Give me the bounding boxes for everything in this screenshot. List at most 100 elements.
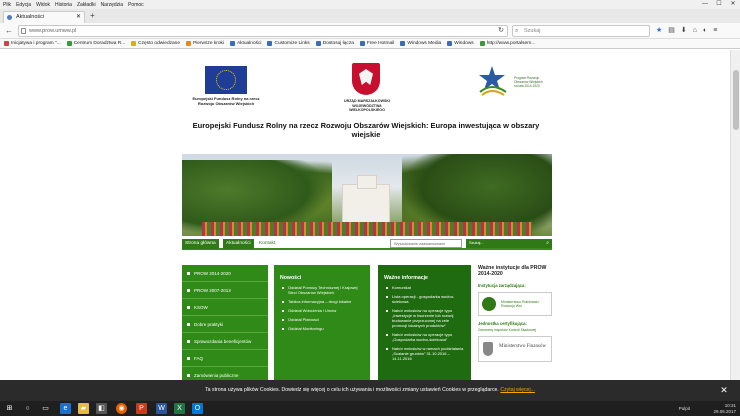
prow-logo (479, 66, 507, 96)
site-search-icon[interactable]: ⌕ (546, 239, 549, 248)
reading-list-icon[interactable]: ▤ (668, 26, 675, 36)
bookmark-favicon-icon (359, 41, 365, 46)
menu-item-2[interactable]: Widok (36, 2, 50, 8)
download-icon[interactable]: ⬇ (681, 26, 687, 36)
bookmark-item[interactable]: Windows (447, 41, 474, 46)
bookmark-favicon-icon (447, 41, 453, 46)
leftnav-item[interactable]: PROW 2007-2013 (182, 282, 268, 299)
bookmark-item[interactable]: Windows Media (400, 41, 441, 46)
col2-link[interactable]: Nabór wniosków na operacje typu „Gospoda… (384, 332, 465, 342)
leftnav-item[interactable]: Zamówienia publiczne (182, 367, 268, 380)
edge-icon[interactable]: e (60, 403, 71, 414)
store-icon[interactable]: ◧ (96, 403, 107, 414)
bookmark-favicon-icon (131, 41, 137, 46)
windows-start-icon[interactable]: ⊞ (4, 403, 15, 414)
back-icon[interactable]: ← (5, 26, 13, 36)
site-search-input[interactable]: Szukaj... ⌕ (466, 239, 552, 248)
tab-aktualnosci[interactable]: Aktualności ✕ (3, 11, 85, 23)
favicon-icon (7, 15, 12, 20)
bookmark-item[interactable]: Free Hotmail (359, 41, 394, 46)
system-clock[interactable]: 10:31 29.06.2017 (713, 403, 736, 414)
cookie-close-icon[interactable]: ✕ (714, 380, 734, 401)
menu-item-4[interactable]: Zakładki (77, 2, 96, 8)
powerpoint-icon[interactable]: P (136, 403, 147, 414)
col1-link[interactable]: Oddział Płatności (280, 317, 364, 322)
institutions-panel: Ważne instytucje dla PROW 2014-2020 Inst… (478, 265, 552, 380)
bookmark-label: Customize Links (274, 41, 310, 46)
menu-item-1[interactable]: Edycja (16, 2, 31, 8)
tab-strip: Aktualności ✕ + (0, 9, 740, 23)
clock-date: 29.06.2017 (713, 408, 736, 414)
advanced-search-input[interactable]: Wyszukiwanie zaawansowane (390, 239, 462, 248)
bookmark-label: Pierwsze kroki (193, 41, 224, 46)
col2-link[interactable]: Komunikat (384, 285, 465, 290)
navigation-bar: ← www.prow.umww.pl ↻ ⌕ Szukaj ★ ▤ ⬇ ⌂ ◐ … (0, 23, 740, 39)
tab-close-icon[interactable]: ✕ (76, 12, 81, 23)
menu-item-6[interactable]: Pomoc (128, 2, 144, 8)
nav-home-button[interactable]: Strona główna (182, 239, 219, 249)
leftnav-item[interactable]: Sprawozdania beneficjentów (182, 333, 268, 350)
bookmark-item[interactable]: Często odwiedzane (131, 41, 180, 46)
home-icon[interactable]: ⌂ (693, 26, 697, 36)
search-input[interactable]: ⌕ Szukaj (512, 25, 650, 37)
leftnav-item[interactable]: KSOW (182, 299, 268, 316)
bookmark-favicon-icon (66, 41, 72, 46)
col2-link[interactable]: Nabór wniosków w ramach poddziałania „Sc… (384, 346, 465, 361)
bookmark-label: Centrum Doradztwa R... (73, 41, 126, 46)
hero-image-manor (182, 154, 552, 236)
cookie-read-more-link[interactable]: Czytaj więcej... (500, 387, 535, 393)
nav-news-button[interactable]: Aktualności (223, 239, 254, 249)
url-text: www.prow.umww.pl (29, 28, 77, 34)
ministry-agriculture-link[interactable]: Ministerstwo Rolnictwa i Rozwoju Wsi (478, 292, 552, 316)
minimize-icon[interactable]: — (698, 0, 712, 9)
close-icon[interactable]: ✕ (726, 0, 740, 9)
bookmark-item[interactable]: Pierwsze kroki (186, 41, 224, 46)
outlook-icon[interactable]: O (192, 403, 203, 414)
col1-link[interactable]: Oddział Pomocy Technicznej i Krajowej Si… (280, 285, 364, 295)
leftnav-item[interactable]: FAQ (182, 350, 268, 367)
menu-item-0[interactable]: Plik (3, 2, 11, 8)
leftnav-item[interactable]: Dobre praktyki (182, 316, 268, 333)
cookie-banner: Ta strona używa plików Cookies. Dowiedz … (0, 380, 740, 401)
menu-item-5[interactable]: Narzędzia (101, 2, 124, 8)
ministry-finance-crest-icon (483, 342, 493, 356)
left-navigation: PROW 2014-2020 PROW 2007-2013 KSOW Dobre pr… (182, 265, 268, 380)
bookmarks-bar: Inicjatywa i program "... Centrum Doradzt… (0, 39, 740, 49)
col1-link[interactable]: Tablica informacyjna – drogi lokalne (280, 299, 364, 304)
leftnav-item[interactable]: PROW 2014-2020 (182, 265, 268, 282)
col1-link[interactable]: Oddział Wdrożenia i Umów (280, 308, 364, 313)
bookmark-item[interactable]: Customize Links (267, 41, 310, 46)
url-bar[interactable]: www.prow.umww.pl ↻ (18, 25, 508, 37)
menu-item-3[interactable]: Historia (55, 2, 72, 8)
word-icon[interactable]: W (156, 403, 167, 414)
info-icon[interactable] (21, 28, 26, 34)
col2-link[interactable]: Nabór wniosków na operacje typu „Inwesty… (384, 308, 465, 328)
page-scrollbar[interactable] (730, 50, 740, 380)
hamburger-menu-icon[interactable]: ≡ (713, 26, 717, 36)
maximize-icon[interactable]: ☐ (712, 0, 726, 9)
new-tab-button[interactable]: + (90, 11, 95, 21)
bookmark-item[interactable]: http://www.portalsem... (479, 41, 536, 46)
desktop-label[interactable]: Pulpit (679, 406, 690, 411)
bookmark-label: http://www.portalsem... (486, 41, 536, 46)
file-explorer-icon[interactable]: ▰ (78, 403, 89, 414)
search-taskbar-icon[interactable]: ○ (22, 403, 33, 414)
nav-contact-link[interactable]: Kontakt (259, 239, 275, 249)
col2-link[interactable]: Lista operacji - gospodarka wodno-ścieko… (384, 294, 465, 304)
search-icon: ⌕ (515, 28, 519, 34)
task-view-icon[interactable]: ▭ (40, 403, 51, 414)
firefox-icon[interactable]: ◉ (116, 403, 127, 414)
bookmark-favicon-icon (267, 41, 273, 46)
ministry-finance-link[interactable]: Ministerstwo Finansów (478, 336, 552, 362)
bookmark-star-icon[interactable]: ★ (656, 26, 662, 36)
reload-icon[interactable]: ↻ (498, 26, 504, 36)
bookmark-favicon-icon (315, 41, 321, 46)
bookmark-item[interactable]: Aktualności (229, 41, 261, 46)
excel-icon[interactable]: X (174, 403, 185, 414)
windows-taskbar: ⊞ ○ ▭ e ▰ ◧ ◉ P W X O Pulpit 10:31 29.06… (0, 401, 740, 416)
bookmark-item[interactable]: Centrum Doradztwa R... (66, 41, 126, 46)
bookmark-item[interactable]: Inicjatywa i program "... (4, 41, 61, 46)
pocket-icon[interactable]: ◐ (703, 26, 707, 36)
bookmark-item[interactable]: Dostosuj łącza (315, 41, 354, 46)
col1-link[interactable]: Oddział Monitoringu (280, 326, 364, 331)
